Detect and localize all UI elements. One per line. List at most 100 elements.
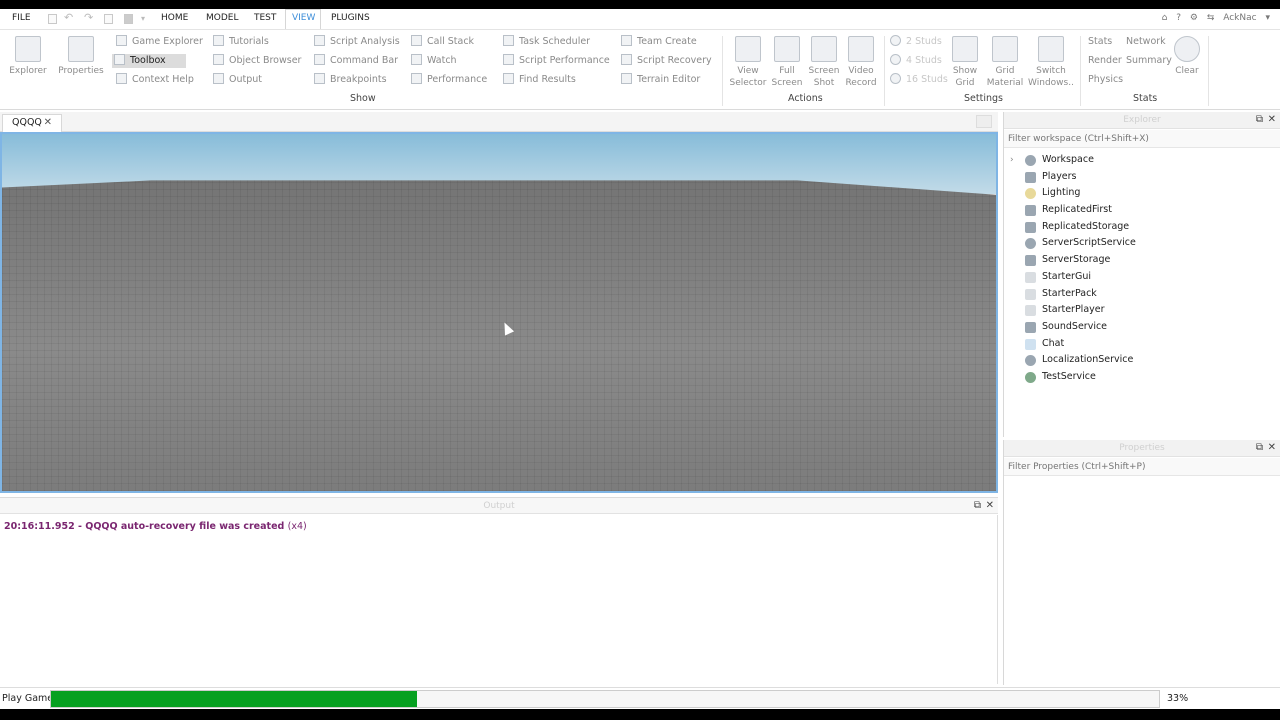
- output-button[interactable]: Output: [213, 73, 262, 87]
- share-icon[interactable]: ⇆: [1207, 13, 1215, 23]
- script-recovery-button[interactable]: Script Recovery: [621, 54, 712, 68]
- tab-plugins[interactable]: PLUGINS: [331, 13, 370, 23]
- help-icon[interactable]: ?: [1176, 13, 1181, 23]
- undock-icon[interactable]: ⧉: [974, 500, 981, 511]
- document-tab[interactable]: QQQQ ✕: [2, 114, 62, 132]
- undock-icon[interactable]: ⧉: [1256, 442, 1263, 453]
- tab-view[interactable]: VIEW: [292, 13, 315, 23]
- object-browser-button[interactable]: Object Browser: [213, 54, 301, 68]
- close-tab-icon[interactable]: ✕: [44, 117, 52, 128]
- progress-fill: [51, 691, 417, 707]
- call-stack-button[interactable]: Call Stack: [411, 35, 474, 49]
- tree-item-sound-service[interactable]: SoundService: [1004, 319, 1280, 336]
- stop-icon[interactable]: [124, 14, 133, 24]
- tree-item-localization-service[interactable]: LocalizationService: [1004, 352, 1280, 369]
- tree-item-test-service[interactable]: TestService: [1004, 369, 1280, 386]
- grid-16-studs-option[interactable]: 16 Studs: [890, 73, 948, 87]
- play-icon[interactable]: [104, 14, 113, 24]
- task-scheduler-button[interactable]: Task Scheduler: [503, 35, 590, 49]
- switch-windows-button[interactable]: Switch Windows..: [1028, 36, 1074, 89]
- close-icon[interactable]: ✕: [1268, 442, 1276, 453]
- explorer-button[interactable]: Explorer: [8, 36, 48, 77]
- script-analysis-button[interactable]: Script Analysis: [314, 35, 400, 49]
- output-pane[interactable]: 20:16:11.952 - QQQQ auto-recovery file w…: [0, 515, 998, 684]
- team-create-button[interactable]: Team Create: [621, 35, 697, 49]
- watch-button[interactable]: Watch: [411, 54, 457, 68]
- grid-2-studs-option[interactable]: 2 Studs: [890, 35, 942, 49]
- 3d-viewport[interactable]: [0, 132, 998, 493]
- undo-icon[interactable]: ↶: [64, 11, 73, 24]
- starter-pack-icon: [1025, 288, 1036, 300]
- context-help-button[interactable]: Context Help: [116, 73, 194, 87]
- tutorials-button[interactable]: Tutorials: [213, 35, 269, 49]
- full-screen-icon: [774, 36, 800, 62]
- user-name[interactable]: AckNac: [1223, 13, 1256, 23]
- properties-button[interactable]: Properties: [58, 36, 104, 77]
- letterbox-bottom: [0, 709, 1280, 720]
- tab-model[interactable]: MODEL: [206, 13, 238, 23]
- tree-item-chat[interactable]: Chat: [1004, 336, 1280, 353]
- terrain-editor-button[interactable]: Terrain Editor: [621, 73, 700, 87]
- find-results-icon: [503, 73, 514, 84]
- new-file-icon[interactable]: [48, 14, 57, 24]
- workspace-icon: [1025, 155, 1036, 166]
- show-grid-button[interactable]: Show Grid: [948, 36, 982, 89]
- script-performance-button[interactable]: Script Performance: [503, 54, 610, 68]
- render-button[interactable]: Render: [1088, 54, 1122, 68]
- quick-access-dropdown-icon[interactable]: ▾: [141, 14, 145, 23]
- progress-percent: 33%: [1167, 693, 1189, 704]
- tab-test[interactable]: TEST: [254, 13, 276, 23]
- view-selector-button[interactable]: View Selector: [728, 36, 768, 89]
- settings-group-label: Settings: [964, 93, 1003, 104]
- explorer-pane: Explorer ⧉ ✕ ›Workspace Players Lighting…: [1003, 112, 1280, 437]
- breakpoints-icon: [314, 73, 325, 84]
- close-icon[interactable]: ✕: [986, 500, 994, 511]
- tree-item-replicated-first[interactable]: ReplicatedFirst: [1004, 202, 1280, 219]
- file-menu[interactable]: FILE: [12, 13, 31, 23]
- explorer-filter-input[interactable]: [1004, 130, 1280, 147]
- ribbon-separator: [1080, 36, 1081, 106]
- explorer-tree: › Workspace Players Lighting ReplicatedFi…: [1004, 152, 1280, 386]
- tree-item-starter-pack[interactable]: StarterPack: [1004, 286, 1280, 303]
- tree-item-starter-player[interactable]: StarterPlayer: [1004, 302, 1280, 319]
- summary-button[interactable]: Summary: [1126, 54, 1172, 68]
- close-icon[interactable]: ✕: [1268, 114, 1276, 125]
- full-screen-button[interactable]: Full Screen: [770, 36, 804, 89]
- game-explorer-button[interactable]: Game Explorer: [116, 35, 203, 49]
- grid-material-button[interactable]: Grid Material: [984, 36, 1026, 89]
- tree-item-replicated-storage[interactable]: ReplicatedStorage: [1004, 219, 1280, 236]
- video-record-button[interactable]: Video Record: [844, 36, 878, 89]
- explorer-filter: [1004, 130, 1280, 148]
- radio-icon: [890, 73, 901, 84]
- script-recovery-icon: [621, 54, 632, 65]
- tree-item-workspace[interactable]: › Workspace: [1004, 152, 1280, 169]
- tree-item-server-script-service[interactable]: ServerScriptService: [1004, 235, 1280, 252]
- properties-pane-header: Properties ⧉ ✕: [1004, 440, 1280, 457]
- settings-icon[interactable]: ⚙: [1190, 13, 1198, 23]
- find-results-button[interactable]: Find Results: [503, 73, 576, 87]
- clear-button[interactable]: Clear: [1172, 36, 1202, 77]
- tree-item-lighting[interactable]: Lighting: [1004, 185, 1280, 202]
- tree-item-starter-gui[interactable]: StarterGui: [1004, 269, 1280, 286]
- breakpoints-button[interactable]: Breakpoints: [314, 73, 387, 87]
- performance-button[interactable]: Performance: [411, 73, 487, 87]
- network-button[interactable]: Network: [1126, 35, 1166, 49]
- chevron-right-icon[interactable]: ›: [1010, 152, 1014, 168]
- undock-icon[interactable]: ⧉: [1256, 114, 1263, 125]
- test-service-icon: [1025, 371, 1036, 383]
- properties-filter-input[interactable]: [1004, 458, 1280, 475]
- tab-home[interactable]: HOME: [161, 13, 188, 23]
- screenshot-button[interactable]: Screen Shot: [806, 36, 842, 89]
- tree-item-server-storage[interactable]: ServerStorage: [1004, 252, 1280, 269]
- redo-icon[interactable]: ↷: [84, 11, 93, 24]
- command-bar-button[interactable]: Command Bar: [314, 54, 398, 68]
- toolbox-button[interactable]: Toolbox: [112, 54, 186, 68]
- game-explorer-icon: [116, 35, 127, 46]
- tree-item-players[interactable]: Players: [1004, 169, 1280, 186]
- grid-4-studs-option[interactable]: 4 Studs: [890, 54, 942, 68]
- home-icon[interactable]: ⌂: [1162, 13, 1168, 23]
- stats-button[interactable]: Stats: [1088, 35, 1112, 49]
- physics-button[interactable]: Physics: [1088, 73, 1123, 87]
- user-dropdown-icon[interactable]: ▾: [1265, 13, 1270, 23]
- tab-list-icon[interactable]: [976, 115, 992, 128]
